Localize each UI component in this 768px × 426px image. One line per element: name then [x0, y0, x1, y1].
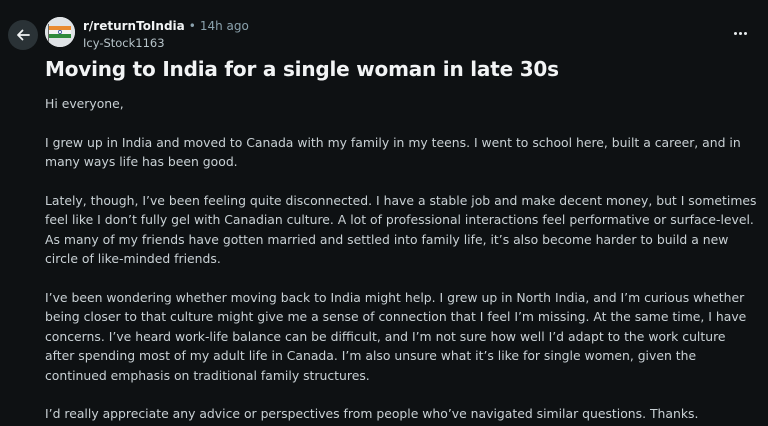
subreddit-link[interactable]: r/returnToIndia	[83, 18, 185, 34]
post-title: Moving to India for a single woman in la…	[45, 57, 559, 81]
post-meta: r/returnToIndia • 14h ago Icy-Stock1163	[83, 18, 249, 51]
meta-separator: •	[188, 19, 196, 33]
post-page: r/returnToIndia • 14h ago Icy-Stock1163 …	[0, 0, 768, 426]
post-paragraph: I’d really appreciate any advice or pers…	[45, 406, 699, 421]
india-flag-avatar	[45, 17, 75, 47]
post-body: Hi everyone, I grew up in India and move…	[45, 94, 757, 426]
post-paragraph: Hi everyone,	[45, 96, 124, 111]
back-button[interactable]	[8, 20, 38, 50]
post-paragraph: I’ve been wondering whether moving back …	[45, 289, 747, 383]
more-horizontal-icon	[743, 31, 747, 35]
subreddit-avatar[interactable]	[45, 17, 75, 47]
more-horizontal-icon	[738, 31, 742, 35]
post-paragraph: Lately, though, I’ve been feeling quite …	[45, 192, 757, 267]
arrow-left-icon	[17, 29, 30, 41]
post-paragraph: I grew up in India and moved to Canada w…	[45, 134, 741, 170]
post-time: 14h ago	[199, 19, 249, 33]
more-options-button[interactable]	[726, 22, 754, 44]
more-horizontal-icon	[733, 31, 737, 35]
author-link[interactable]: Icy-Stock1163	[83, 35, 249, 51]
